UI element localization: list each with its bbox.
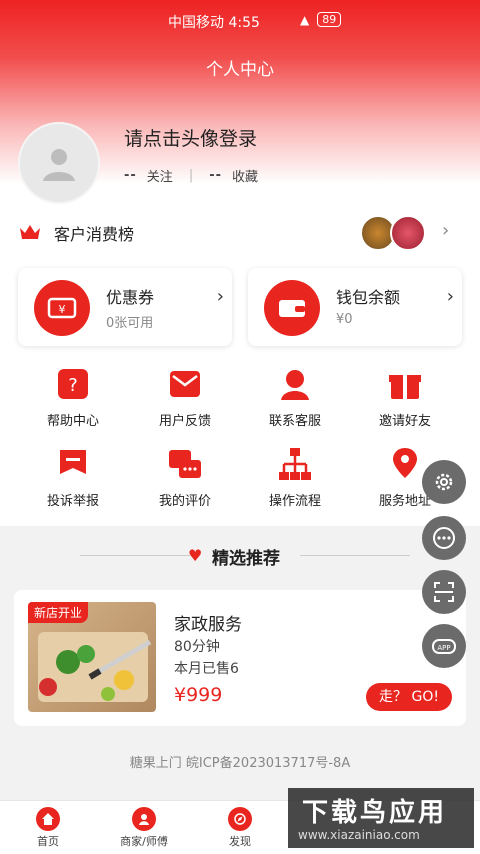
- battery-indicator: 89: [317, 12, 342, 27]
- ranking-avatars: [360, 215, 426, 251]
- tab-label: 发现: [229, 835, 251, 848]
- merchant-icon: [132, 807, 156, 831]
- grid-item-label: 邀请好友: [378, 414, 431, 429]
- product-price: ¥999: [174, 684, 223, 706]
- account-panel: ¥ 优惠券 0张可用 › 钱包余额 ¥0 › ? 帮助中心 用户反馈 联系客服 …: [0, 252, 480, 526]
- coupon-title: 优惠券: [106, 288, 155, 307]
- chevron-right-icon: ›: [442, 220, 450, 241]
- grid-item-feedback[interactable]: 用户反馈: [130, 364, 240, 429]
- settings-button[interactable]: [422, 460, 466, 504]
- new-store-badge: 新店开业: [28, 602, 89, 623]
- crown-icon: [20, 225, 40, 239]
- home-icon: [36, 807, 60, 831]
- grid-item-help[interactable]: ? 帮助中心: [18, 364, 128, 429]
- chevron-right-icon: ›: [216, 286, 224, 307]
- fav-label[interactable]: 收藏: [232, 166, 258, 185]
- grid-item-invite[interactable]: 邀请好友: [350, 364, 460, 429]
- tab-discover[interactable]: 发现: [200, 807, 280, 849]
- watermark-url: www.xiazainiao.com: [298, 828, 420, 842]
- wifi-icon: ▲: [300, 12, 310, 27]
- wallet-card[interactable]: 钱包余额 ¥0 ›: [248, 268, 462, 346]
- user-placeholder-icon: [43, 149, 75, 181]
- tab-label: 商家/师傅: [120, 835, 168, 848]
- coupon-card[interactable]: ¥ 优惠券 0张可用 ›: [18, 268, 232, 346]
- location-icon: [385, 444, 425, 484]
- grid-item-label: 我的评价: [158, 494, 211, 509]
- go-button[interactable]: 走？ GO!: [366, 683, 452, 711]
- grid-item-label: 投诉举报: [46, 494, 99, 509]
- help-icon: ?: [53, 364, 93, 404]
- tab-home[interactable]: 首页: [8, 807, 88, 849]
- stats-divider: |: [188, 168, 194, 183]
- more-icon: [433, 527, 455, 549]
- tab-merchant[interactable]: 商家/师傅: [104, 807, 184, 849]
- fav-count: --: [209, 168, 222, 183]
- grid-item-label: 用户反馈: [158, 414, 211, 429]
- compass-icon: [228, 807, 252, 831]
- svg-text:?: ?: [68, 375, 78, 396]
- customer-service-icon: [275, 364, 315, 404]
- review-icon: [165, 444, 205, 484]
- grid-item-reviews[interactable]: 我的评价: [130, 444, 240, 509]
- divider: [80, 555, 190, 556]
- watermark-title: 下载鸟应用: [302, 798, 448, 828]
- login-prompt[interactable]: 请点击头像登录: [124, 124, 257, 151]
- gear-icon: [435, 473, 453, 491]
- flowchart-icon: [275, 444, 315, 484]
- wallet-icon: [264, 280, 320, 336]
- svg-text:¥: ¥: [59, 303, 66, 316]
- heart-icon: ♥: [188, 546, 203, 565]
- grid-item-service[interactable]: 联系客服: [240, 364, 350, 429]
- ranking-avatar: [390, 215, 426, 251]
- product-name: 家政服务: [174, 615, 242, 635]
- divider: [300, 555, 410, 556]
- scan-icon: [434, 582, 454, 602]
- grid-item-complaint[interactable]: 投诉举报: [18, 444, 128, 509]
- svg-text:APP: APP: [437, 644, 450, 652]
- watermark: 下载鸟应用 www.xiazainiao.com: [288, 788, 474, 848]
- grid-item-process[interactable]: 操作流程: [240, 444, 350, 509]
- more-button[interactable]: [422, 516, 466, 560]
- ranking-label: 客户消费榜: [54, 225, 135, 244]
- coupon-icon: ¥: [34, 280, 90, 336]
- product-duration: 80分钟: [174, 639, 220, 655]
- status-carrier-time: 中国移动 4:55: [168, 15, 260, 31]
- featured-section-header: ♥ 精选推荐: [0, 540, 480, 570]
- status-icons: ▲ 89: [300, 12, 342, 27]
- wallet-title: 钱包余额: [336, 288, 401, 307]
- tab-label: 首页: [37, 835, 59, 848]
- app-icon: APP: [432, 639, 456, 654]
- customer-ranking-row[interactable]: 客户消费榜 ›: [0, 212, 480, 252]
- follow-count: --: [124, 168, 137, 183]
- profile-stats: -- 关注 | -- 收藏: [124, 166, 258, 185]
- product-sold: 本月已售6: [174, 661, 239, 677]
- coupon-subtitle: 0张可用: [106, 316, 154, 331]
- grid-item-label: 帮助中心: [46, 414, 99, 429]
- grid-item-label: 操作流程: [268, 494, 321, 509]
- feedback-icon: [165, 364, 205, 404]
- icp-footer: 糖果上门 皖ICP备2023013717号-8A: [129, 756, 351, 771]
- grid-item-label: 联系客服: [268, 414, 321, 429]
- wallet-subtitle: ¥0: [336, 312, 353, 327]
- complaint-icon: [53, 444, 93, 484]
- product-image: 新店开业: [28, 602, 156, 712]
- page-title: 个人中心: [206, 60, 274, 80]
- avatar[interactable]: [18, 122, 100, 204]
- product-card[interactable]: 新店开业 家政服务 80分钟 本月已售6 ¥999 走？ GO!: [14, 590, 466, 726]
- section-title: 精选推荐: [212, 549, 280, 569]
- scan-button[interactable]: [422, 570, 466, 614]
- gift-icon: [385, 364, 425, 404]
- follow-label[interactable]: 关注: [147, 166, 173, 185]
- app-button[interactable]: APP: [422, 624, 466, 668]
- chevron-right-icon: ›: [446, 286, 454, 307]
